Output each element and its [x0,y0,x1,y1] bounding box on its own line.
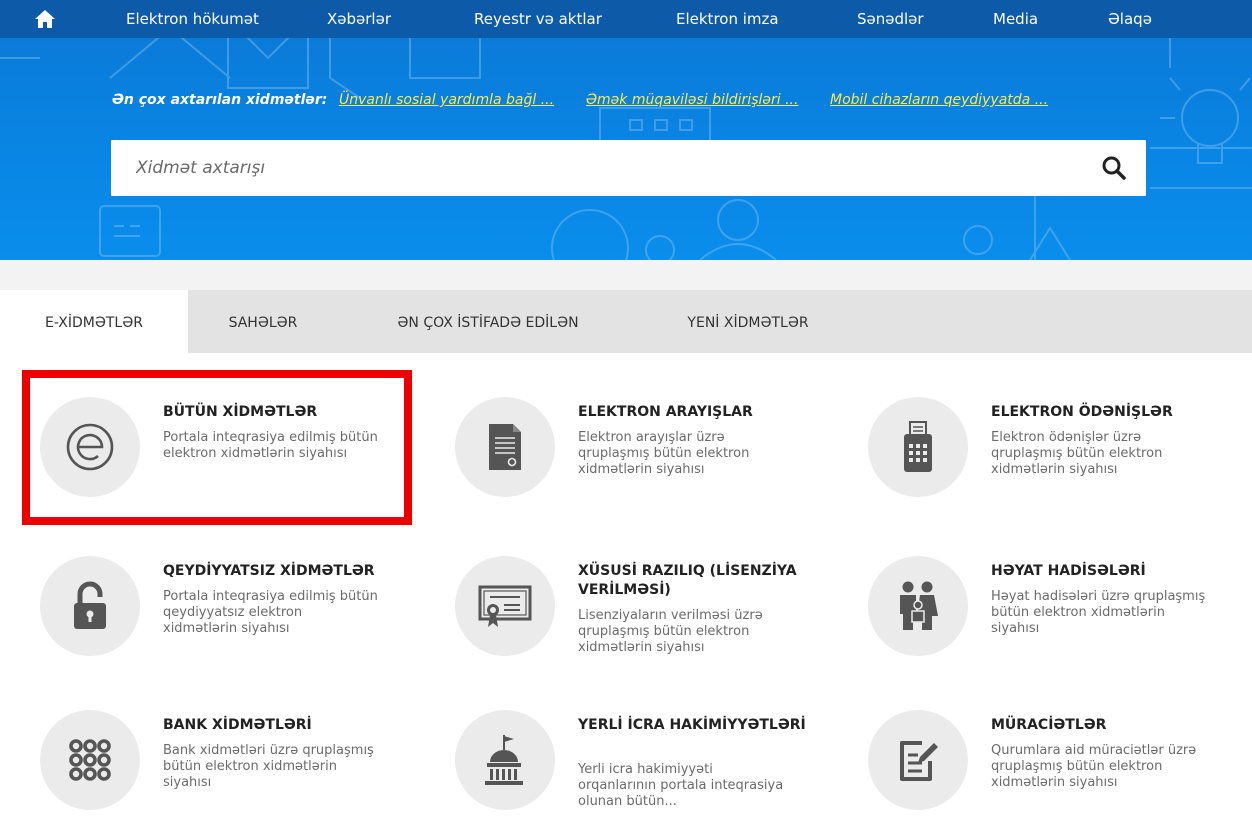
service-title: ELEKTRON ARAYIŞLAR [578,404,753,420]
nav-item-senedler[interactable]: Sənədlər [857,0,924,38]
search-icon [1102,156,1126,180]
dots-grid-icon [69,739,111,781]
popular-link[interactable]: Ünvanlı sosial yardımla bağl ... [339,92,554,108]
home-button[interactable] [30,4,60,34]
service-description: Elektron arayışlar üzrə qruplaşmış bütün… [578,430,750,477]
nav-item-elaqe[interactable]: Əlaqə [1108,0,1152,38]
nav-item-elektron-imza[interactable]: Elektron imza [676,0,779,38]
service-heyat-hadiseleri[interactable]: HƏYAT HADİSƏLƏRİ Həyat hadisələri üzrə q… [868,556,1252,696]
service-description: Portala inteqrasiya edilmiş bütün qeydiy… [163,589,378,636]
service-icon-circle [455,556,555,656]
service-butun-xidmetler[interactable]: BÜTÜN XİDMƏTLƏR Portala inteqrasiya edil… [40,397,430,537]
service-title: BÜTÜN XİDMƏTLƏR [163,404,318,420]
tab-yeni-xidmetler[interactable]: YENİ XİDMƏTLƏR [638,290,858,353]
popular-searches-label: Ən çox axtarılan xidmətlər: [112,92,328,108]
government-building-icon [485,735,523,785]
service-icon-circle [40,710,140,810]
unlocked-padlock-icon [74,581,106,629]
nav-item-xeberler[interactable]: Xəbərlər [327,0,391,38]
search-input[interactable] [111,140,1071,196]
service-title: XÜSUSİ RAZILIQ (LİSENZİYA VERİLMƏSİ) [578,563,797,598]
service-icon-circle [455,710,555,810]
home-icon [35,10,55,28]
service-icon-circle [868,710,968,810]
service-icon-circle [40,556,140,656]
service-xususi-raziliq[interactable]: XÜSUSİ RAZILIQ (LİSENZİYA VERİLMƏSİ) Lis… [455,556,845,696]
tab-en-cox-istifade-edilen[interactable]: ƏN ÇOX İSTİFADƏ EDİLƏN [338,290,638,353]
service-description: Yerli icra hakimiyyəti orqanlarının port… [578,762,784,809]
certificate-icon [478,585,532,627]
search-box [111,140,1146,196]
service-description: Həyat hadisələri üzrə qruplaşmış bütün e… [991,589,1206,636]
service-title: HƏYAT HADİSƏLƏRİ [991,563,1146,579]
service-title: BANK XİDMƏTLƏRİ [163,717,312,733]
service-icon-circle [868,556,968,656]
search-button[interactable] [1096,150,1132,186]
service-icon-circle [40,397,140,497]
service-description: Elektron ödənişlər üzrə qruplaşmış bütün… [991,430,1163,477]
service-description: Lisenziyaların verilməsi üzrə qruplaşmış… [578,608,763,655]
service-icon-circle [868,397,968,497]
tab-e-xidmetler[interactable]: E-XİDMƏTLƏR [0,290,188,353]
popular-link[interactable]: Mobil cihazların qeydiyyatda ... [830,92,1048,108]
service-title: YERLİ İCRA HAKİMİYYƏTLƏRİ [578,717,806,733]
tab-saheler[interactable]: SAHƏLƏR [188,290,338,353]
popular-link[interactable]: Əmək müqaviləsi bildirişləri ... [586,92,798,108]
service-qeydiyyatsiz-xidmetler[interactable]: QEYDİYYATSIZ XİDMƏTLƏR Portala inteqrasi… [40,556,430,696]
service-elektron-odenisler[interactable]: ELEKTRON ÖDƏNİŞLƏR Elektron ödənişlər üz… [868,397,1252,537]
hero-banner: Ən çox axtarılan xidmətlər: Ünvanlı sosi… [0,38,1252,260]
payment-terminal-icon [904,421,932,472]
e-logo-icon [66,423,114,471]
nav-item-media[interactable]: Media [993,0,1038,38]
separator-band [0,260,1252,290]
top-navigation: Elektron hökumət Xəbərlər Reyestr və akt… [0,0,1252,38]
service-title: MÜRACİƏTLƏR [991,717,1107,733]
service-muracietler[interactable]: MÜRACİƏTLƏR Qurumlara aid müraciətlər üz… [868,710,1252,824]
service-title: ELEKTRON ÖDƏNİŞLƏR [991,404,1173,420]
document-icon [489,424,521,470]
nav-item-reyestr[interactable]: Reyestr və aktlar [474,0,602,38]
service-tabs: E-XİDMƏTLƏR SAHƏLƏR ƏN ÇOX İSTİFADƏ EDİL… [0,290,1252,353]
service-icon-circle [455,397,555,497]
service-description: Bank xidmətləri üzrə qruplaşmış bütün el… [163,743,374,790]
service-title: QEYDİYYATSIZ XİDMƏTLƏR [163,563,375,579]
service-description: Portala inteqrasiya edilmiş bütün elektr… [163,430,378,461]
nav-item-elektron-hokumet[interactable]: Elektron hökumət [126,0,259,38]
edit-document-icon [900,741,938,781]
service-yerli-icra-hakimiyyetleri[interactable]: YERLİ İCRA HAKİMİYYƏTLƏRİ Yerli icra hak… [455,710,845,824]
service-bank-xidmetleri[interactable]: BANK XİDMƏTLƏRİ Bank xidmətləri üzrə qru… [40,710,430,824]
service-description: Qurumlara aid müraciətlər üzrə qruplaşmı… [991,743,1197,790]
family-icon [900,581,938,630]
service-elektron-arayislar[interactable]: ELEKTRON ARAYIŞLAR Elektron arayışlar üz… [455,397,845,537]
